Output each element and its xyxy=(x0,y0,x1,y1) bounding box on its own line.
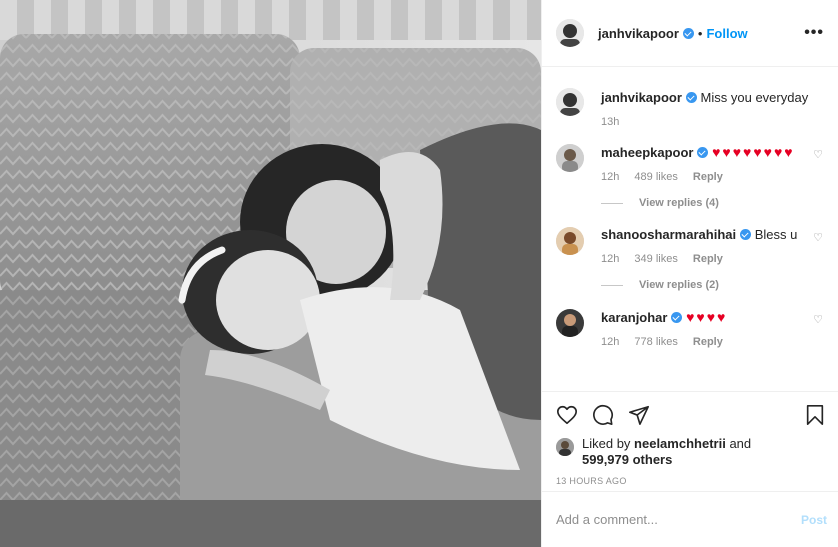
comment-text: ♥♥♥♥ xyxy=(686,309,728,325)
liker-username[interactable]: neelamchhetrii xyxy=(634,436,726,451)
heart-icon[interactable] xyxy=(556,404,578,426)
comment-item: maheepkapoor ♥♥♥♥♥♥♥♥ 12h 489 likes Repl… xyxy=(556,144,825,183)
comment-time[interactable]: 12h xyxy=(601,336,619,348)
comment-username[interactable]: shanoosharmarahihai xyxy=(601,227,736,242)
more-icon[interactable]: ••• xyxy=(804,24,824,42)
separator-dot: • xyxy=(697,25,703,41)
liked-by-and: and xyxy=(729,436,752,451)
comment-likes[interactable]: 349 likes xyxy=(634,253,677,265)
author-avatar[interactable] xyxy=(556,19,584,47)
caption-avatar[interactable] xyxy=(556,88,584,116)
reply-button[interactable]: Reply xyxy=(693,336,723,348)
post-comment-button[interactable]: Post xyxy=(801,513,827,527)
post-actions: Liked by neelamchhetrii and 599,979 othe… xyxy=(542,391,838,486)
post-photo[interactable] xyxy=(0,0,541,547)
comment-text: Bless u xyxy=(754,227,798,242)
reply-button[interactable]: Reply xyxy=(693,171,723,183)
view-replies-button[interactable]: View replies (4) xyxy=(601,197,825,209)
share-icon[interactable] xyxy=(628,404,650,426)
comment-text: ♥♥♥♥♥♥♥♥ xyxy=(712,144,795,160)
post-header: janhvikapoor • Follow ••• xyxy=(542,0,838,67)
view-replies-label: View replies (2) xyxy=(639,279,719,291)
liked-by-prefix: Liked by xyxy=(582,436,631,451)
like-comment-heart-icon[interactable]: ♡ xyxy=(813,313,823,326)
comment-icon[interactable] xyxy=(592,404,614,426)
comment-username[interactable]: maheepkapoor xyxy=(601,145,693,160)
comments-list[interactable]: janhvikapoor Miss you everyday 13h mahee… xyxy=(542,68,838,391)
others-count[interactable]: 599,979 others xyxy=(582,452,672,467)
caption-time[interactable]: 13h xyxy=(601,116,619,128)
comment-likes[interactable]: 489 likes xyxy=(634,171,677,183)
photo-image xyxy=(0,0,541,547)
caption-meta: 13h xyxy=(601,116,825,128)
like-comment-heart-icon[interactable]: ♡ xyxy=(813,148,823,161)
commenter-avatar[interactable] xyxy=(556,227,584,255)
liker-avatar[interactable] xyxy=(556,438,574,456)
post-side-panel: janhvikapoor • Follow ••• janhvikapoor M… xyxy=(541,0,838,547)
caption-text: Miss you everyday xyxy=(700,90,809,105)
comment-item: karanjohar ♥♥♥♥ 12h 778 likes Reply ♡ xyxy=(556,309,825,348)
add-comment-bar: Post xyxy=(542,491,838,547)
liked-by: Liked by neelamchhetrii and 599,979 othe… xyxy=(556,436,825,468)
view-replies-label: View replies (4) xyxy=(639,197,719,209)
verified-icon xyxy=(682,27,694,39)
caption: janhvikapoor Miss you everyday 13h xyxy=(556,88,825,128)
commenter-avatar[interactable] xyxy=(556,144,584,172)
bookmark-icon[interactable] xyxy=(805,404,825,426)
verified-icon xyxy=(671,312,683,323)
follow-button[interactable]: Follow xyxy=(706,26,747,41)
author-username[interactable]: janhvikapoor xyxy=(598,26,679,41)
caption-username[interactable]: janhvikapoor xyxy=(601,90,682,105)
commenter-avatar[interactable] xyxy=(556,309,584,337)
view-replies-button[interactable]: View replies (2) xyxy=(601,279,825,291)
comment-item: shanoosharmarahihai Bless u 12h 349 like… xyxy=(556,227,825,265)
replies-divider xyxy=(601,202,623,204)
verified-icon xyxy=(697,147,709,158)
reply-button[interactable]: Reply xyxy=(693,253,723,265)
verified-icon xyxy=(685,92,697,103)
like-comment-heart-icon[interactable]: ♡ xyxy=(813,231,823,244)
comment-time[interactable]: 12h xyxy=(601,171,619,183)
comment-time[interactable]: 12h xyxy=(601,253,619,265)
post-timestamp[interactable]: 13 HOURS AGO xyxy=(556,476,825,486)
comment-input[interactable] xyxy=(556,512,801,527)
verified-icon xyxy=(740,229,752,240)
comment-username[interactable]: karanjohar xyxy=(601,310,667,325)
comment-likes[interactable]: 778 likes xyxy=(634,336,677,348)
replies-divider xyxy=(601,284,623,286)
